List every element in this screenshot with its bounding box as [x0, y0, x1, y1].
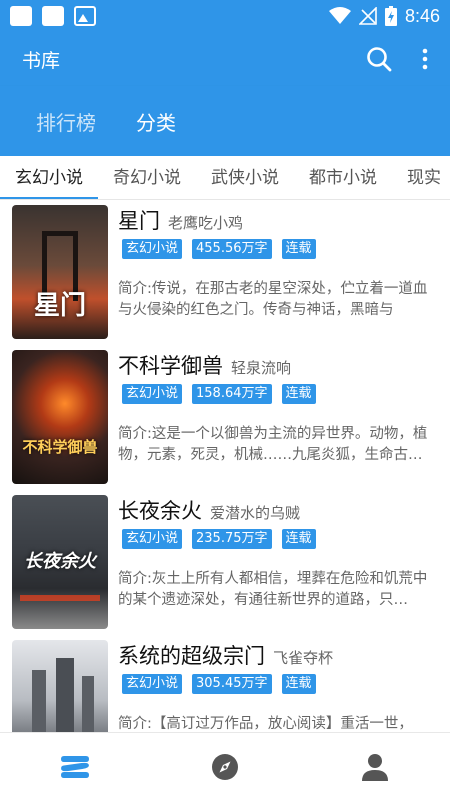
cover-title: 星门	[33, 291, 86, 321]
nav-profile[interactable]	[345, 737, 405, 797]
cover-title: 长夜余火	[24, 551, 96, 572]
book-title: 不科学御兽	[118, 354, 223, 378]
category-tab-qihuan[interactable]: 奇幻小说	[98, 156, 196, 199]
category-tab-wuxia[interactable]: 武侠小说	[196, 156, 294, 199]
book-cover	[12, 640, 108, 732]
genre-badge: 玄幻小说	[122, 674, 183, 694]
genre-badge: 玄幻小说	[122, 239, 183, 259]
word-count-badge: 235.75万字	[192, 529, 272, 549]
status-bar: 8:46	[0, 0, 450, 32]
page-title: 书库	[22, 49, 61, 72]
category-tabs: 玄幻小说 奇幻小说 武侠小说 都市小说 现实	[0, 156, 450, 200]
book-title: 长夜余火	[118, 499, 202, 523]
book-cover: 不科学御兽	[12, 350, 108, 484]
book-item[interactable]: 星门 星门 老鹰吃小鸡 玄幻小说 455.56万字 连载 简介:传说，在那古老的…	[0, 200, 450, 345]
app-bar: 书库	[0, 32, 450, 86]
book-item[interactable]: 不科学御兽 不科学御兽 轻泉流响 玄幻小说 158.64万字 连载 简介:这是一…	[0, 345, 450, 490]
category-tab-dushi[interactable]: 都市小说	[294, 156, 392, 199]
image-notification-icon	[74, 6, 96, 26]
battery-charging-icon	[384, 6, 397, 26]
nav-discover[interactable]	[195, 737, 255, 797]
book-intro: 简介:这是一个以御兽为主流的异世界。动物，植物，元素，死灵，机械……九尾炎狐，生…	[118, 426, 428, 463]
compass-icon	[212, 753, 238, 780]
category-tab-xianshi[interactable]: 现实	[392, 156, 450, 199]
book-intro: 简介:【高订过万作品，放心阅读】重活一世，	[118, 716, 413, 732]
book-title: 星门	[118, 209, 160, 233]
word-count-badge: 455.56万字	[192, 239, 272, 259]
genre-badge: 玄幻小说	[122, 529, 183, 549]
genre-badge: 玄幻小说	[122, 384, 183, 404]
word-count-badge: 305.45万字	[192, 674, 272, 694]
tab-ranking[interactable]: 排行榜	[36, 107, 96, 136]
no-signal-icon	[358, 7, 377, 25]
book-list: 星门 星门 老鹰吃小鸡 玄幻小说 455.56万字 连载 简介:传说，在那古老的…	[0, 200, 450, 732]
person-icon	[362, 753, 388, 781]
status-badge: 连载	[281, 529, 316, 549]
status-badge: 连载	[281, 239, 316, 259]
wifi-icon	[328, 7, 351, 24]
book-cover: 长夜余火	[12, 495, 108, 629]
search-icon[interactable]	[366, 46, 392, 72]
book-cover: 星门	[12, 205, 108, 339]
category-tab-xuanhuan[interactable]: 玄幻小说	[0, 156, 98, 199]
book-author: 老鹰吃小鸡	[168, 214, 244, 232]
tab-category[interactable]: 分类	[136, 107, 176, 136]
book-author: 轻泉流响	[231, 359, 292, 377]
book-author: 飞雀夺杯	[273, 649, 334, 667]
book-intro: 简介:灰土上所有人都相信，埋葬在危险和饥荒中的某个遗迹深处，有通往新世界的道路，…	[118, 571, 428, 608]
book-author: 爱潜水的乌贼	[210, 504, 301, 522]
bookshelf-icon	[61, 755, 89, 778]
book-title: 系统的超级宗门	[118, 644, 265, 668]
notification-icon	[42, 6, 64, 26]
notification-icon	[10, 6, 32, 26]
clock: 8:46	[404, 5, 440, 26]
bottom-nav	[0, 732, 450, 800]
nav-library[interactable]	[45, 737, 105, 797]
status-badge: 连载	[281, 674, 316, 694]
top-tabs: 排行榜 分类	[0, 86, 450, 156]
book-item[interactable]: 系统的超级宗门 飞雀夺杯 玄幻小说 305.45万字 连载 简介:【高订过万作品…	[0, 635, 450, 732]
cover-title: 不科学御兽	[22, 438, 98, 456]
status-badge: 连载	[281, 384, 316, 404]
word-count-badge: 158.64万字	[192, 384, 272, 404]
more-vert-icon[interactable]	[422, 48, 428, 70]
book-intro: 简介:传说，在那古老的星空深处，伫立着一道血与火侵染的红色之门。传奇与神话，黑暗…	[118, 281, 428, 318]
book-item[interactable]: 长夜余火 长夜余火 爱潜水的乌贼 玄幻小说 235.75万字 连载 简介:灰土上…	[0, 490, 450, 635]
